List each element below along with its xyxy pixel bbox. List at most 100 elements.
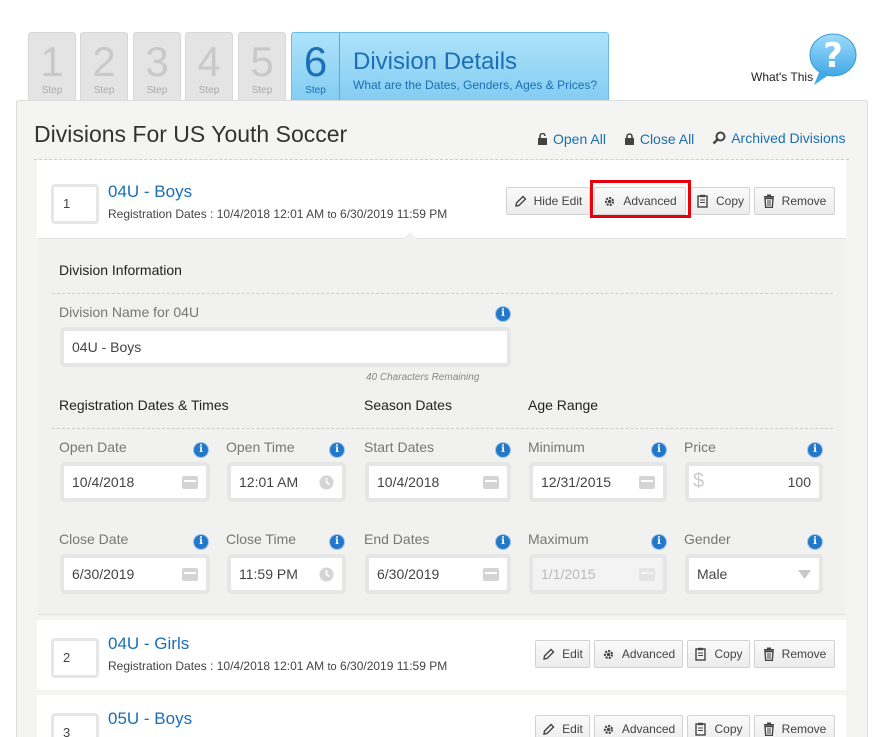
advanced-button[interactable]: Advanced <box>594 640 683 668</box>
step-title: Division Details <box>353 48 518 75</box>
calendar-icon[interactable] <box>182 567 198 581</box>
info-icon[interactable]: i <box>496 535 510 549</box>
copy-button[interactable]: Copy <box>687 640 750 668</box>
remove-label: Remove <box>781 194 827 208</box>
archived-divisions-link[interactable]: Archived Divisions <box>712 130 846 146</box>
step-4-tab[interactable]: 4 Step <box>185 32 233 100</box>
clock-icon[interactable] <box>319 475 334 490</box>
division-order-input[interactable]: 3 <box>51 713 99 737</box>
pencil-icon <box>543 723 555 735</box>
chevron-down-icon <box>798 570 811 579</box>
pencil-icon <box>514 195 527 207</box>
open-date-field[interactable]: 10/4/2018 <box>60 462 210 502</box>
dates-end: 6/30/2019 11:59 PM <box>340 207 448 221</box>
lock-icon <box>624 133 634 145</box>
info-icon[interactable]: i <box>808 535 822 549</box>
open-date-label: Open Date <box>59 439 127 455</box>
step-3-tab[interactable]: 3 Step <box>133 32 181 100</box>
step-number: 3 <box>145 38 169 85</box>
characters-remaining: 40 Characters Remaining <box>366 372 480 383</box>
info-icon[interactable]: i <box>330 535 344 549</box>
info-icon[interactable]: i <box>194 535 208 549</box>
copy-button[interactable]: Copy <box>687 715 750 737</box>
info-icon[interactable]: i <box>330 443 344 457</box>
open-all-link[interactable]: Open All <box>537 131 606 147</box>
start-date-value: 10/4/2018 <box>377 474 440 490</box>
open-time-field[interactable]: 12:01 AM <box>227 462 346 502</box>
remove-button[interactable]: Remove <box>754 640 835 668</box>
hide-edit-button[interactable]: Hide Edit <box>506 187 590 215</box>
division-name-link[interactable]: 05U - Boys <box>108 709 192 729</box>
step-number: 2 <box>92 38 116 85</box>
advanced-button[interactable]: Advanced <box>594 187 686 215</box>
division-order-input[interactable]: 2 <box>51 638 99 678</box>
gear-icon <box>605 196 615 206</box>
minimum-age-label: Minimum <box>528 439 585 455</box>
info-icon[interactable]: i <box>496 307 510 321</box>
maximum-age-value: 1/1/2015 <box>541 566 596 582</box>
page-title: Divisions For US Youth Soccer <box>34 121 348 147</box>
step-number: 4 <box>197 38 221 85</box>
gender-select[interactable]: Male <box>685 554 823 594</box>
edit-button[interactable]: Edit <box>535 715 590 737</box>
close-time-field[interactable]: 11:59 PM <box>227 554 346 594</box>
edit-button[interactable]: Edit <box>535 640 590 668</box>
step-label: Step <box>41 85 63 96</box>
close-all-link[interactable]: Close All <box>624 131 694 147</box>
step-label: Step <box>198 85 220 96</box>
step-1-tab[interactable]: 1 Step <box>28 32 76 100</box>
close-time-value: 11:59 PM <box>239 566 298 582</box>
dates-start: Registration Dates : 10/4/2018 12:01 AM <box>108 659 325 673</box>
step-6-tab-active[interactable]: 6 Step Division Details What are the Dat… <box>291 32 609 100</box>
copy-label: Copy <box>714 647 743 661</box>
remove-button[interactable]: Remove <box>754 715 835 737</box>
division-registration-dates: Registration Dates : 10/4/2018 12:01 AM … <box>108 207 447 221</box>
info-icon[interactable]: i <box>652 443 666 457</box>
start-date-field[interactable]: 10/4/2018 <box>365 462 511 502</box>
copy-button[interactable]: Copy <box>690 187 750 215</box>
hide-edit-label: Hide Edit <box>533 194 583 208</box>
trash-icon <box>763 722 774 736</box>
info-icon[interactable]: i <box>652 535 666 549</box>
advanced-label: Advanced <box>621 722 676 736</box>
panel-links: Open All Close All Archived Divisions <box>537 130 860 148</box>
copy-label: Copy <box>714 722 743 736</box>
price-field[interactable]: $ 100 <box>685 462 823 502</box>
division-name-link[interactable]: 04U - Girls <box>108 634 189 654</box>
division-name-field[interactable]: 04U - Boys <box>60 327 511 367</box>
end-date-field[interactable]: 6/30/2019 <box>365 554 511 594</box>
remove-button[interactable]: Remove <box>754 187 835 215</box>
division-order-input[interactable]: 1 <box>51 184 99 224</box>
gender-label: Gender <box>684 531 731 547</box>
whats-this-link[interactable]: What's This <box>751 70 813 84</box>
dates-to: to <box>327 209 337 221</box>
calendar-icon[interactable] <box>483 475 499 489</box>
info-icon[interactable]: i <box>496 443 510 457</box>
division-name-label: Division Name for 04U <box>59 304 200 320</box>
clock-icon[interactable] <box>319 567 334 582</box>
remove-label: Remove <box>781 722 827 736</box>
price-value: 100 <box>787 474 811 490</box>
help-bubble-icon[interactable]: ? <box>808 32 858 86</box>
step-2-tab[interactable]: 2 Step <box>80 32 128 100</box>
maximum-age-label: Maximum <box>528 531 589 547</box>
step-number: 6 <box>303 38 328 85</box>
close-date-field[interactable]: 6/30/2019 <box>60 554 210 594</box>
unlock-icon <box>538 133 547 145</box>
step-5-tab[interactable]: 5 Step <box>238 32 286 100</box>
advanced-button[interactable]: Advanced <box>594 715 683 737</box>
minimum-age-field[interactable]: 12/31/2015 <box>529 462 667 502</box>
open-all-label: Open All <box>553 131 606 147</box>
pencil-icon <box>543 648 555 660</box>
info-icon[interactable]: i <box>808 443 822 457</box>
open-time-value: 12:01 AM <box>239 474 299 490</box>
division-name-link[interactable]: 04U - Boys <box>108 182 192 202</box>
advanced-label: Advanced <box>623 194 677 208</box>
calendar-icon[interactable] <box>483 567 499 581</box>
calendar-icon[interactable] <box>639 475 655 489</box>
calendar-icon[interactable] <box>182 475 198 489</box>
division-registration-dates: Registration Dates : 10/4/2018 12:01 AM … <box>108 659 447 673</box>
info-icon[interactable]: i <box>194 443 208 457</box>
step-label: Step <box>305 85 326 96</box>
section-divider <box>52 428 833 429</box>
